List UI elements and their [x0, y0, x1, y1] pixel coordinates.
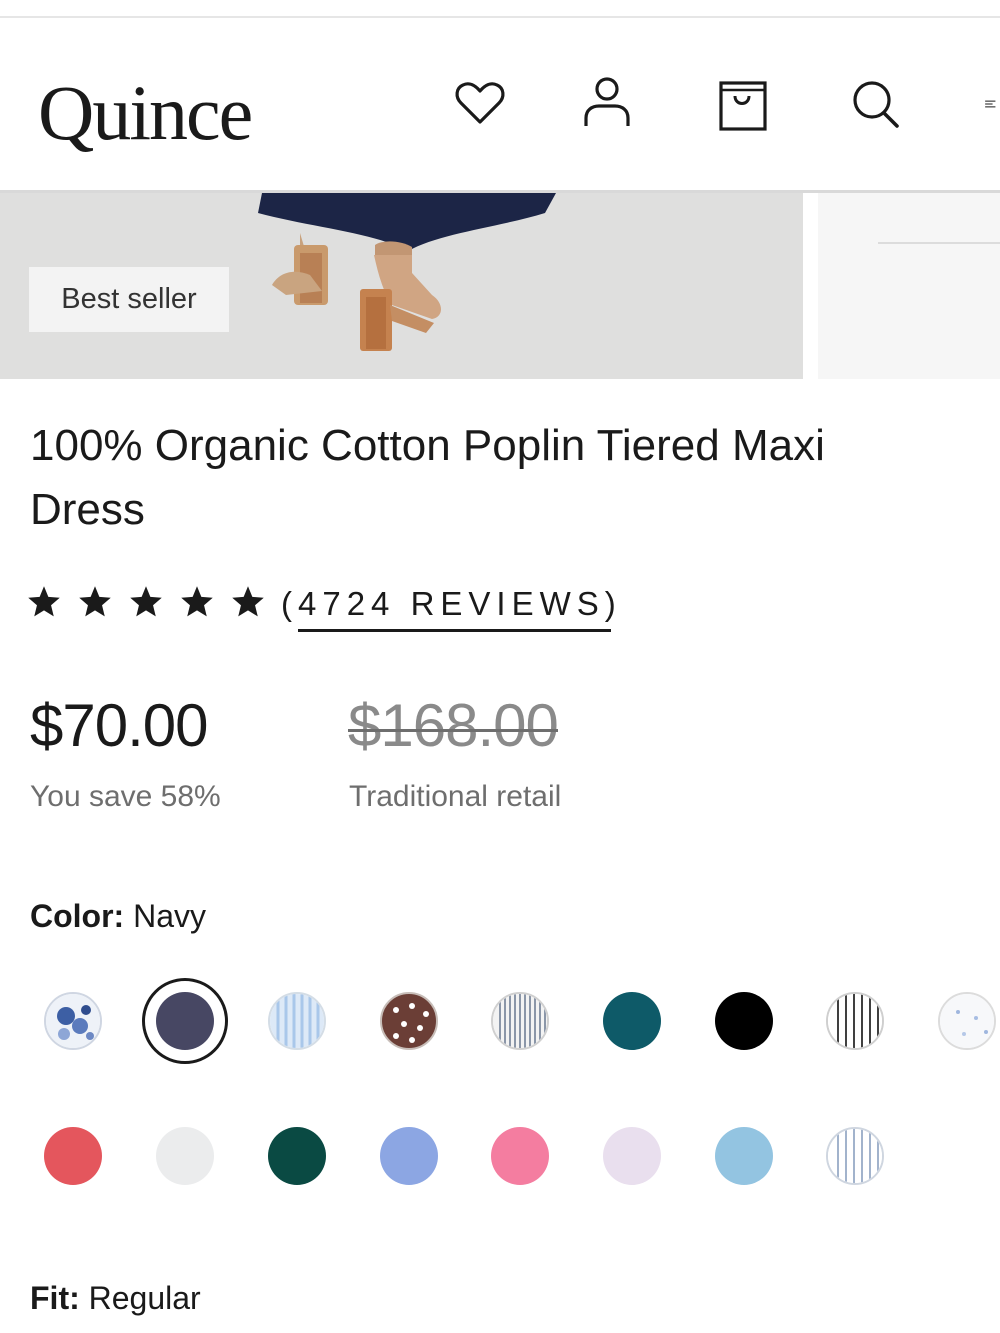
menu-icon[interactable] — [970, 74, 1000, 134]
original-price: $168.00 — [348, 696, 559, 756]
original-price-value: $168.00 — [348, 692, 559, 759]
sale-price: $70.00 — [30, 692, 209, 759]
star-icon — [77, 584, 113, 620]
star-icon — [128, 584, 164, 620]
swatch-black-stripe[interactable] — [826, 992, 884, 1050]
next-product-image[interactable] — [818, 193, 1000, 379]
bag-icon[interactable] — [712, 75, 772, 135]
color-label-key: Color: — [30, 898, 125, 934]
best-seller-badge: Best seller — [29, 267, 229, 332]
reviews-close-paren: ) — [604, 585, 622, 622]
strikethrough — [348, 729, 558, 732]
retail-label: Traditional retail — [349, 780, 562, 813]
swatch-blue-white-stripe[interactable] — [826, 1127, 884, 1185]
reviews-link[interactable]: (4724 REVIEWS) — [281, 582, 622, 632]
selected-color: Navy — [133, 898, 206, 934]
swatch-blue-stripe[interactable] — [268, 992, 326, 1050]
swatch-white-print[interactable] — [938, 992, 996, 1050]
swatch-teal[interactable] — [603, 992, 661, 1050]
swatch-dark-green[interactable] — [268, 1127, 326, 1185]
product-title: 100% Organic Cotton Poplin Tiered Maxi D… — [30, 421, 825, 534]
quince-logo[interactable]: Quince — [38, 74, 253, 152]
star-icon — [230, 584, 266, 620]
fit-label-key: Fit: — [30, 1280, 80, 1316]
star-icon — [26, 584, 62, 620]
swatch-floral-blue[interactable] — [44, 992, 102, 1050]
color-label: Color: Navy — [30, 898, 206, 935]
site-header: Quince — [0, 18, 1000, 190]
swatch-gray-stripe[interactable] — [491, 992, 549, 1050]
reviews-underline — [298, 629, 611, 632]
swatch-black[interactable] — [715, 992, 773, 1050]
heart-icon[interactable] — [450, 74, 510, 134]
image-divider — [878, 242, 1000, 244]
swatch-navy[interactable] — [156, 992, 214, 1050]
swatch-periwinkle[interactable] — [380, 1127, 438, 1185]
star-icon — [179, 584, 215, 620]
swatch-lavender[interactable] — [603, 1127, 661, 1185]
rating-stars[interactable] — [26, 584, 281, 620]
swatch-sky-blue[interactable] — [715, 1127, 773, 1185]
savings-text: You save 58% — [30, 780, 221, 813]
swatch-coral-red[interactable] — [44, 1127, 102, 1185]
fit-label: Fit: Regular — [30, 1280, 201, 1317]
reviews-count: 4724 REVIEWS — [298, 585, 605, 622]
fit-value: Regular — [88, 1280, 201, 1316]
swatch-pink[interactable] — [491, 1127, 549, 1185]
swatch-light-gray[interactable] — [156, 1127, 214, 1185]
user-icon[interactable] — [577, 72, 637, 132]
search-icon[interactable] — [845, 74, 905, 134]
reviews-open-paren: ( — [281, 585, 298, 622]
swatch-brown-dot[interactable] — [380, 992, 438, 1050]
